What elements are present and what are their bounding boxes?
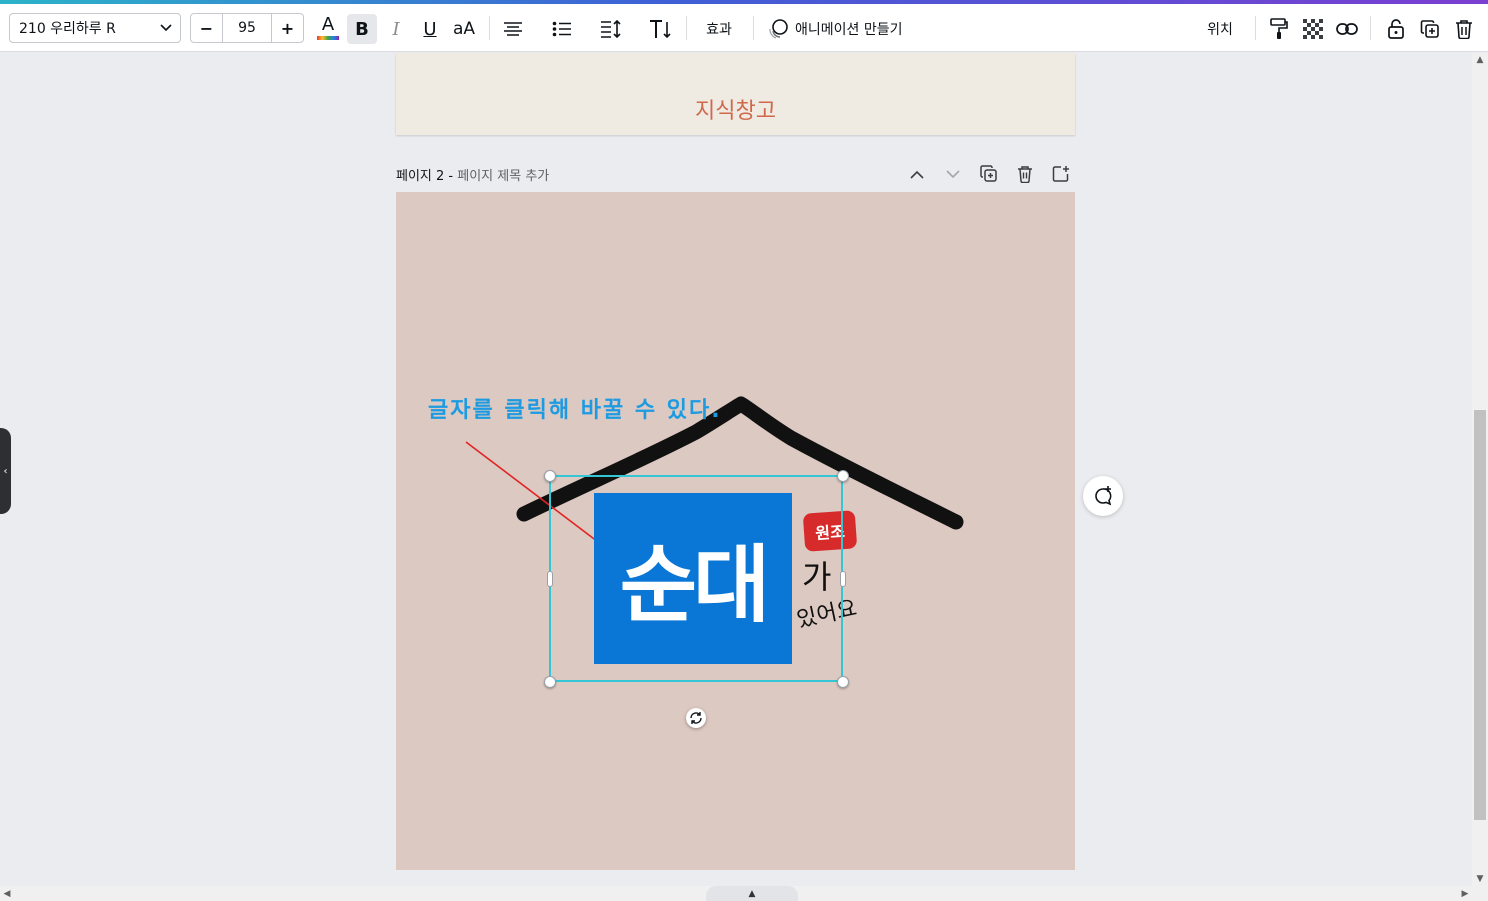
vertical-scrollbar[interactable]: ▲ ▼ [1472,53,1488,886]
page-1-title-text[interactable]: 지식창고 [396,93,1075,125]
toolbar-divider [489,16,490,40]
resize-handle-top-left[interactable] [544,470,556,482]
resize-handle-bottom-left[interactable] [544,676,556,688]
page-title-input[interactable]: 페이지 제목 추가 [457,169,549,184]
resize-handle-top-right[interactable] [837,470,849,482]
scroll-right-icon[interactable]: ▶ [1458,886,1472,901]
increase-font-size-button[interactable]: + [271,14,303,42]
page-1-canvas[interactable]: 지식창고 [396,53,1075,135]
page-2-label: 페이지 2 - 페이지 제목 추가 [396,165,549,184]
lock-icon[interactable] [1382,14,1410,44]
delete-page-icon[interactable] [1014,163,1036,185]
font-size-input[interactable]: 95 [223,14,271,42]
animate-button[interactable]: 애니메이션 만들기 [795,14,917,44]
chevron-up-icon[interactable] [906,163,928,185]
scroll-up-icon[interactable]: ▲ [1472,53,1488,67]
text-color-button[interactable]: A [313,12,343,44]
font-family-dropdown[interactable]: 210 우리하루 R [9,13,181,43]
link-icon[interactable] [1333,14,1361,44]
expand-pages-tab[interactable]: ▲ [706,886,798,901]
text-toolbar: 210 우리하루 R − 95 + A B I U aA 효과 애니메이션 만들… [0,4,1488,52]
scroll-down-icon[interactable]: ▼ [1472,872,1488,886]
position-button[interactable]: 위치 [1196,14,1244,44]
rotate-icon[interactable] [686,708,706,728]
resize-handle-bottom-right[interactable] [837,676,849,688]
vertical-scroll-thumb[interactable] [1474,410,1486,820]
add-page-icon[interactable] [1050,163,1072,185]
toolbar-divider [1370,16,1371,40]
page-2-header: 페이지 2 - 페이지 제목 추가 [396,163,1075,185]
bullet-list-icon[interactable] [547,14,577,44]
page-number-label: 페이지 2 - [396,169,458,184]
toolbar-divider [753,16,754,40]
duplicate-icon[interactable] [1416,14,1444,44]
scroll-left-icon[interactable]: ◀ [0,886,14,901]
resize-handle-left[interactable] [547,571,553,587]
decrease-font-size-button[interactable]: − [191,14,223,42]
toolbar-divider [1255,16,1256,40]
bold-button[interactable]: B [347,14,377,44]
effects-button[interactable]: 효과 [695,14,743,44]
font-size-stepper: − 95 + [190,13,304,43]
chevron-down-icon[interactable] [942,163,964,185]
chevron-up-icon: ▲ [748,888,756,899]
checkerboard-icon[interactable] [1299,14,1327,44]
trash-icon[interactable] [1450,14,1478,44]
chevron-left-icon: ‹ [3,465,8,477]
line-spacing-icon[interactable] [596,14,626,44]
comment-add-icon[interactable] [1083,476,1123,516]
collapse-panel-tab[interactable]: ‹ [0,428,11,514]
page-2-canvas[interactable]: 글자를 클릭해 바꿀 수 있다. 순대 원조 가 있어요 [396,192,1075,870]
chevron-down-icon [160,24,172,32]
toolbar-divider [686,16,687,40]
underline-button[interactable]: U [415,14,445,44]
align-center-icon[interactable] [498,14,528,44]
text-direction-icon[interactable] [645,14,675,44]
duplicate-page-icon[interactable] [978,163,1000,185]
letter-case-button[interactable]: aA [448,14,480,44]
italic-button[interactable]: I [381,14,411,44]
scrollbar-corner [1472,886,1488,901]
resize-handle-right[interactable] [840,571,846,587]
text-color-glyph: A [321,14,335,35]
selection-frame[interactable] [549,475,843,682]
annotation-text[interactable]: 글자를 클릭해 바꿀 수 있다. [428,392,722,424]
paint-roller-icon[interactable] [1265,14,1293,44]
font-family-label: 210 우리하루 R [19,21,116,37]
rainbow-swatch-icon [317,36,339,40]
animate-icon[interactable] [766,14,790,44]
